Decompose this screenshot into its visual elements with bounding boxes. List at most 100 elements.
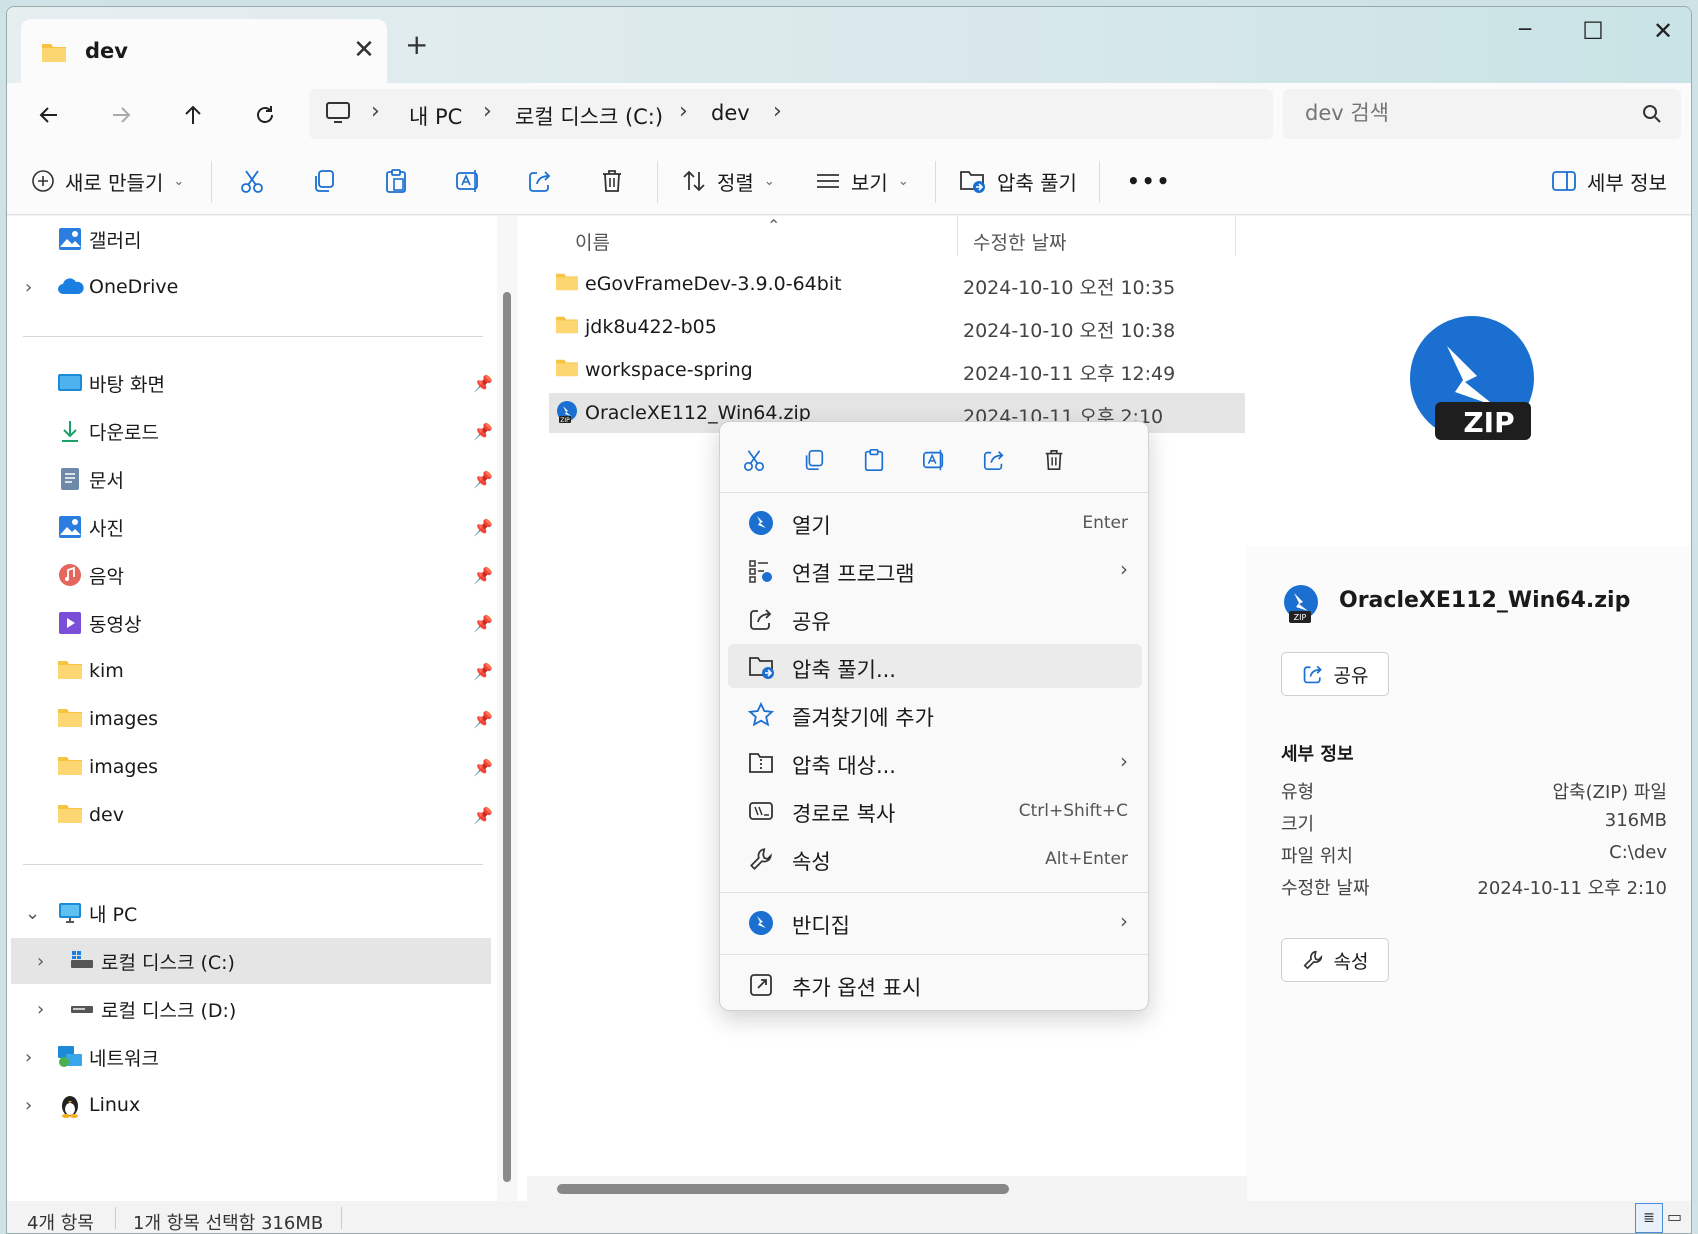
refresh-button[interactable] [243, 93, 287, 137]
sidebar-item-kim[interactable]: kim 📌 [7, 648, 493, 694]
sidebar-item-local-disk-c[interactable]: › 로컬 디스크 (C:) [11, 938, 491, 984]
view-button[interactable]: 보기 ⌄ [815, 161, 909, 201]
column-header-name[interactable]: 이름 [575, 228, 610, 255]
arrow-up-icon [185, 105, 201, 124]
sidebar-item-dev[interactable]: dev 📌 [7, 792, 493, 838]
search-icon[interactable] [1641, 103, 1663, 125]
pin-icon[interactable]: 📌 [473, 566, 493, 585]
share-button[interactable] [527, 161, 553, 201]
ctx-share[interactable]: 공유 [728, 596, 1142, 640]
sidebar-item-onedrive[interactable]: › OneDrive [7, 264, 493, 310]
copy-icon [805, 449, 824, 471]
sidebar-item-desktop[interactable]: 바탕 화면 📌 [7, 360, 493, 406]
pin-icon[interactable]: 📌 [473, 662, 493, 681]
sidebar-item-network[interactable]: › 네트워크 [7, 1034, 493, 1080]
details-properties-button[interactable]: 속성 [1281, 938, 1389, 982]
chevron-down-icon[interactable]: ⌄ [25, 903, 40, 924]
ctx-copy-as-path[interactable]: 경로로 복사 Ctrl+Shift+C [728, 788, 1142, 832]
up-button[interactable] [171, 93, 215, 137]
details-view-icon[interactable]: ≣ [1635, 1203, 1663, 1233]
breadcrumb-chevron-icon[interactable]: › [773, 99, 782, 124]
chevron-right-icon[interactable]: › [37, 999, 44, 1020]
tab-close-icon[interactable]: ✕ [347, 33, 381, 67]
delete-button[interactable] [599, 161, 625, 201]
bandizip-large-icon: ZIP [1407, 316, 1537, 446]
details-pane-button[interactable]: 세부 정보 [1551, 161, 1667, 201]
ctx-extract-all[interactable]: 압축 풀기... [728, 644, 1142, 688]
chevron-right-icon[interactable]: › [25, 1095, 32, 1116]
column-divider[interactable] [1235, 216, 1236, 256]
pin-icon[interactable]: 📌 [473, 806, 493, 825]
sidebar-item-pictures[interactable]: 사진 📌 [7, 504, 493, 550]
tiles-view-icon[interactable]: ▭ [1667, 1207, 1682, 1226]
search-input[interactable] [1305, 101, 1625, 125]
plus-circle-icon [32, 170, 54, 192]
chevron-right-icon[interactable]: › [37, 951, 44, 972]
rename-button[interactable] [455, 161, 481, 201]
sidebar-item-downloads[interactable]: 다운로드 📌 [7, 408, 493, 454]
chevron-down-icon: ⌄ [763, 173, 775, 189]
paste-button[interactable] [383, 161, 409, 201]
horizontal-scrollbar-thumb[interactable] [557, 1184, 1009, 1194]
sidebar-item-music[interactable]: 음악 📌 [7, 552, 493, 598]
chevron-right-icon[interactable]: › [25, 1047, 32, 1068]
column-divider[interactable] [957, 216, 958, 256]
forward-button[interactable] [99, 93, 143, 137]
ctx-copy-button[interactable] [794, 440, 834, 480]
breadcrumb-dev[interactable]: dev [711, 101, 750, 125]
sidebar-item-images-2[interactable]: images 📌 [7, 744, 493, 790]
pin-icon[interactable]: 📌 [473, 518, 493, 537]
ctx-rename-button[interactable] [914, 440, 954, 480]
breadcrumb-my-pc[interactable]: 내 PC [409, 101, 462, 131]
close-button[interactable]: ✕ [1633, 17, 1691, 57]
cut-button[interactable] [239, 161, 265, 201]
minimize-button[interactable]: ─ [1495, 17, 1555, 57]
sidebar-item-my-pc[interactable]: ⌄ 내 PC [7, 890, 493, 936]
pin-icon[interactable]: 📌 [473, 374, 493, 393]
breadcrumb-chevron-icon: › [371, 99, 380, 124]
sidebar-item-images[interactable]: images 📌 [7, 696, 493, 742]
ctx-properties[interactable]: 속성 Alt+Enter [728, 836, 1142, 880]
ctx-share-button[interactable] [974, 440, 1014, 480]
back-button[interactable] [27, 93, 71, 137]
sidebar-scrollbar-thumb[interactable] [503, 292, 511, 1182]
chevron-right-icon[interactable]: › [25, 277, 32, 298]
pin-icon[interactable]: 📌 [473, 470, 493, 489]
pin-icon[interactable]: 📌 [473, 422, 493, 441]
toolbar-divider [1099, 161, 1100, 203]
maximize-button[interactable]: ☐ [1563, 17, 1623, 57]
sidebar-item-videos[interactable]: 동영상 📌 [7, 600, 493, 646]
sort-button[interactable]: 정렬 ⌄ [681, 161, 775, 201]
extract-button[interactable]: 압축 풀기 [959, 161, 1077, 201]
sidebar-item-linux[interactable]: › Linux [7, 1082, 493, 1128]
sidebar-item-documents[interactable]: 문서 📌 [7, 456, 493, 502]
file-row[interactable]: jdk8u422-b05 2024-10-10 오전 10:38 [549, 307, 1245, 347]
new-button[interactable]: 새로 만들기 ⌄ [31, 161, 184, 201]
details-share-button[interactable]: 공유 [1281, 652, 1389, 696]
ctx-open[interactable]: 열기 Enter [728, 500, 1142, 544]
new-tab-button[interactable]: + [405, 31, 428, 59]
pin-icon[interactable]: 📌 [473, 710, 493, 729]
pin-icon[interactable]: 📌 [473, 614, 493, 633]
breadcrumb-local-disk-c[interactable]: 로컬 디스크 (C:) [515, 101, 663, 131]
ctx-paste-button[interactable] [854, 440, 894, 480]
more-options-button[interactable]: ••• [1127, 161, 1171, 201]
sidebar-item-local-disk-d[interactable]: › 로컬 디스크 (D:) [7, 986, 493, 1032]
ctx-cut-button[interactable] [734, 440, 774, 480]
tab-dev[interactable]: dev ✕ [21, 19, 387, 83]
arrow-right-icon [113, 107, 131, 123]
properties-label: 속성 [1333, 950, 1369, 973]
copy-button[interactable] [311, 161, 337, 201]
file-row[interactable]: eGovFrameDev-3.9.0-64bit 2024-10-10 오전 1… [549, 264, 1245, 304]
ctx-bandizip[interactable]: 반디집 › [728, 900, 1142, 944]
ctx-add-favorites[interactable]: 즐겨찾기에 추가 [728, 692, 1142, 736]
ctx-delete-button[interactable] [1034, 440, 1074, 480]
file-row[interactable]: workspace-spring 2024-10-11 오후 12:49 [549, 350, 1245, 390]
pin-icon[interactable]: 📌 [473, 758, 493, 777]
sidebar-item-gallery[interactable]: 갤러리 [7, 216, 493, 262]
address-bar[interactable]: › 내 PC › 로컬 디스크 (C:) › dev › [309, 89, 1273, 139]
ctx-compress-to[interactable]: 압축 대상... › [728, 740, 1142, 784]
ctx-open-with[interactable]: 연결 프로그램 › [728, 548, 1142, 592]
column-header-date[interactable]: 수정한 날짜 [973, 228, 1066, 255]
ctx-show-more-options[interactable]: 추가 옵션 표시 [728, 962, 1142, 1006]
